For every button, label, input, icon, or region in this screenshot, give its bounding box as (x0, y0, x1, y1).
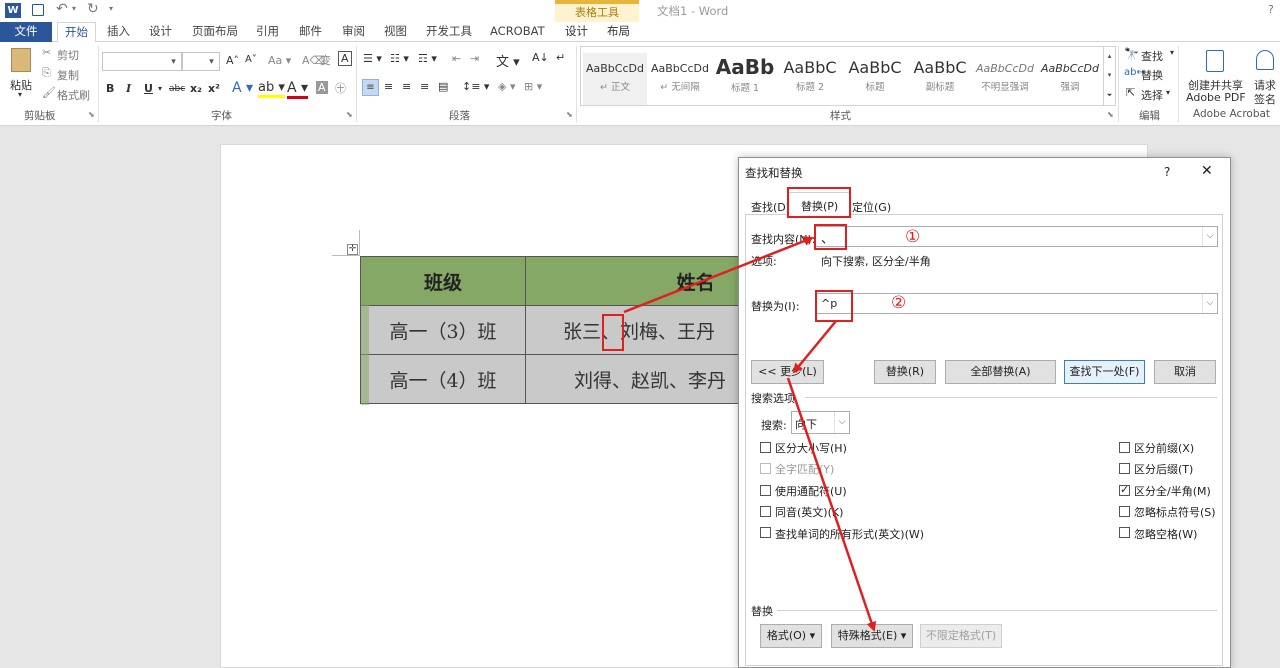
annotation-arrows (623, 236, 877, 632)
arrow-doc-to-find (623, 236, 814, 314)
arrow-less-to-special (786, 377, 877, 632)
arrow-replace-to-less (792, 320, 837, 374)
